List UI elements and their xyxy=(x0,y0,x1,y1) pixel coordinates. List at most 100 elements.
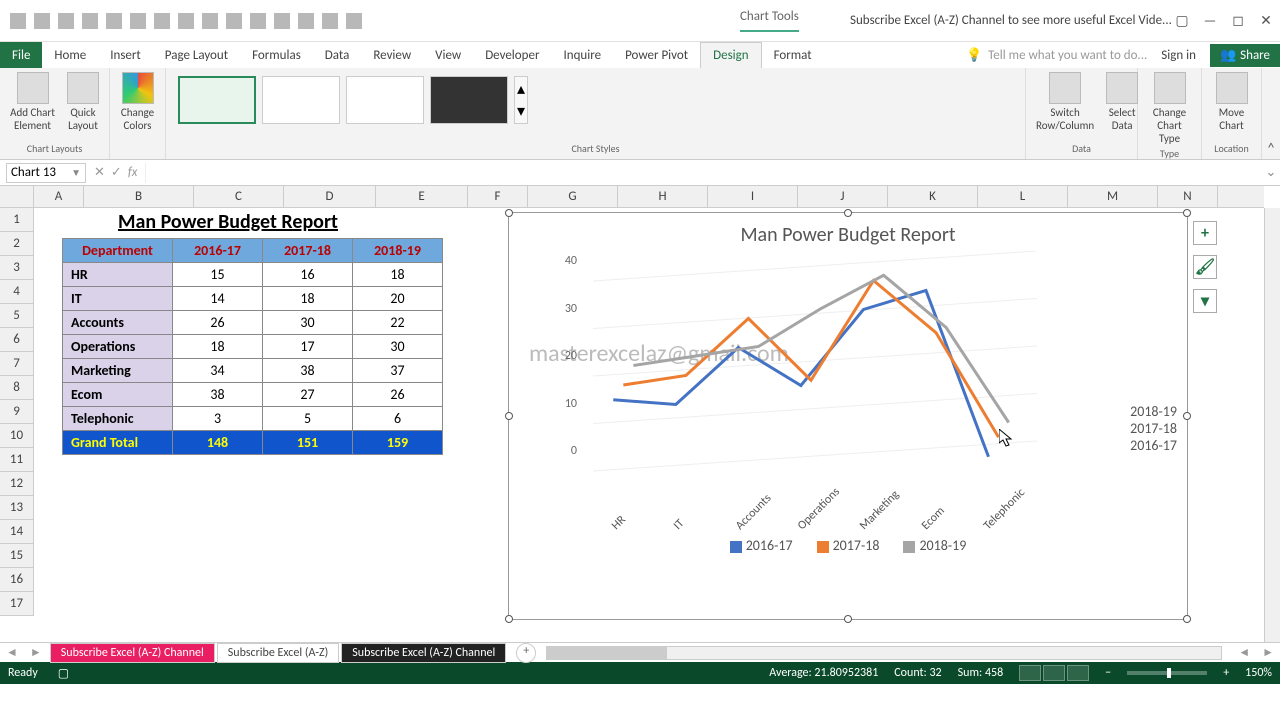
row-header[interactable]: 11 xyxy=(0,448,33,472)
resize-handle[interactable] xyxy=(1183,412,1191,420)
row-header[interactable]: 2 xyxy=(0,232,33,256)
value-cell[interactable]: 27 xyxy=(263,383,353,407)
resize-handle[interactable] xyxy=(844,209,852,217)
sign-in-link[interactable]: Sign in xyxy=(1151,48,1206,63)
normal-view-icon[interactable] xyxy=(1019,665,1041,681)
sheet-tab[interactable]: Subscribe Excel (A-Z) Channel xyxy=(50,643,215,663)
col-header[interactable]: K xyxy=(888,186,978,207)
cancel-icon[interactable]: ✕ xyxy=(94,165,105,180)
change-chart-type-button[interactable]: Change Chart Type xyxy=(1144,70,1195,147)
col-header[interactable]: A xyxy=(34,186,84,207)
chart-styles-button[interactable]: 🖌 xyxy=(1193,255,1217,279)
tab-power-pivot[interactable]: Power Pivot xyxy=(613,42,700,68)
horizontal-scrollbar[interactable] xyxy=(546,646,1222,660)
resize-handle[interactable] xyxy=(505,209,513,217)
col-header[interactable]: D xyxy=(284,186,376,207)
macro-record-icon[interactable]: ▢ xyxy=(58,666,69,681)
fx-icon[interactable]: fx xyxy=(128,165,138,180)
data-table[interactable]: Department 2016-17 2017-18 2018-19 HR151… xyxy=(62,238,443,455)
qat-icon[interactable] xyxy=(106,13,122,29)
dept-cell[interactable]: Accounts xyxy=(63,311,173,335)
qat-icon[interactable] xyxy=(178,13,194,29)
switch-row-column-button[interactable]: Switch Row/Column xyxy=(1032,70,1098,134)
col-header[interactable]: C xyxy=(194,186,284,207)
move-chart-button[interactable]: Move Chart xyxy=(1208,70,1255,134)
header-year-1[interactable]: 2016-17 xyxy=(173,239,263,263)
tab-review[interactable]: Review xyxy=(361,42,423,68)
maximize-icon[interactable]: ◻ xyxy=(1224,11,1252,31)
header-department[interactable]: Department xyxy=(63,239,173,263)
tab-format[interactable]: Format xyxy=(762,42,824,68)
col-header[interactable]: E xyxy=(376,186,468,207)
resize-handle[interactable] xyxy=(505,412,513,420)
row-header[interactable]: 7 xyxy=(0,352,33,376)
qat-icon[interactable] xyxy=(130,13,146,29)
row-header[interactable]: 16 xyxy=(0,568,33,592)
page-break-view-icon[interactable] xyxy=(1067,665,1089,681)
page-layout-view-icon[interactable] xyxy=(1043,665,1065,681)
legend-entry[interactable]: 2016-17 xyxy=(730,537,793,554)
resize-handle[interactable] xyxy=(1183,209,1191,217)
header-year-2[interactable]: 2017-18 xyxy=(263,239,353,263)
chart-filters-button[interactable]: ▾ xyxy=(1193,289,1217,313)
vertical-scrollbar[interactable] xyxy=(1264,208,1280,642)
chart-elements-button[interactable]: + xyxy=(1193,221,1217,245)
chart-plot-area[interactable]: masterexcelaz@gmail.com 010203040 HRITAc… xyxy=(549,251,1047,531)
value-cell[interactable]: 3 xyxy=(173,407,263,431)
scroll-right-icon[interactable]: ► xyxy=(1256,645,1280,660)
expand-formula-icon[interactable]: ⌄ xyxy=(1262,165,1280,180)
dept-cell[interactable]: Telephonic xyxy=(63,407,173,431)
col-header[interactable]: N xyxy=(1158,186,1218,207)
column-headers[interactable]: ABCDEFGHIJKLMN xyxy=(34,186,1264,208)
resize-handle[interactable] xyxy=(1183,615,1191,623)
sheet-nav-prev-icon[interactable]: ◄ xyxy=(0,645,24,660)
col-header[interactable]: I xyxy=(708,186,798,207)
tab-page-layout[interactable]: Page Layout xyxy=(153,42,240,68)
qat-icon[interactable] xyxy=(346,13,362,29)
tab-home[interactable]: Home xyxy=(42,42,98,68)
ribbon-options-icon[interactable]: ▢ xyxy=(1168,11,1196,31)
row-header[interactable]: 8 xyxy=(0,376,33,400)
row-header[interactable]: 12 xyxy=(0,472,33,496)
value-cell[interactable]: 38 xyxy=(263,359,353,383)
qat-icon[interactable] xyxy=(202,13,218,29)
select-data-button[interactable]: Select Data xyxy=(1102,70,1142,134)
chart-legend-side[interactable]: 2018-192017-182016-17 xyxy=(1130,403,1177,454)
save-icon[interactable] xyxy=(10,13,26,29)
new-sheet-button[interactable]: + xyxy=(516,643,536,663)
gallery-scroll[interactable]: ▴▾ xyxy=(514,76,528,124)
sheet-tab[interactable]: Subscribe Excel (A-Z) Channel xyxy=(341,643,506,663)
value-cell[interactable]: 20 xyxy=(353,287,443,311)
col-header[interactable]: L xyxy=(978,186,1068,207)
change-colors-button[interactable]: Change Colors xyxy=(116,70,159,134)
chart-title[interactable]: Man Power Budget Report xyxy=(509,213,1187,251)
qat-icon[interactable] xyxy=(250,13,266,29)
row-header[interactable]: 5 xyxy=(0,304,33,328)
col-header[interactable]: B xyxy=(84,186,194,207)
zoom-level[interactable]: 150% xyxy=(1245,666,1272,680)
tab-formulas[interactable]: Formulas xyxy=(240,42,313,68)
chart-style-3[interactable] xyxy=(346,76,424,124)
qat-icon[interactable] xyxy=(298,13,314,29)
row-header[interactable]: 15 xyxy=(0,544,33,568)
row-header[interactable]: 6 xyxy=(0,328,33,352)
dept-cell[interactable]: Operations xyxy=(63,335,173,359)
qat-icon[interactable] xyxy=(226,13,242,29)
chart-object[interactable]: Man Power Budget Report masterexcelaz@gm… xyxy=(508,212,1188,620)
row-headers[interactable]: 1234567891011121314151617 xyxy=(0,208,34,616)
dept-cell[interactable]: Ecom xyxy=(63,383,173,407)
cells-area[interactable]: Man Power Budget Report Department 2016-… xyxy=(34,208,1264,642)
sheet-nav-next-icon[interactable]: ► xyxy=(24,645,48,660)
value-cell[interactable]: 34 xyxy=(173,359,263,383)
resize-handle[interactable] xyxy=(844,615,852,623)
minimize-icon[interactable]: — xyxy=(1196,11,1224,31)
qat-icon[interactable] xyxy=(274,13,290,29)
row-header[interactable]: 1 xyxy=(0,208,33,232)
value-cell[interactable]: 38 xyxy=(173,383,263,407)
zoom-out-icon[interactable]: − xyxy=(1105,666,1111,680)
value-cell[interactable]: 26 xyxy=(173,311,263,335)
formula-input[interactable] xyxy=(145,163,1262,183)
value-cell[interactable]: 18 xyxy=(263,287,353,311)
tab-view[interactable]: View xyxy=(423,42,473,68)
value-cell[interactable]: 15 xyxy=(173,263,263,287)
